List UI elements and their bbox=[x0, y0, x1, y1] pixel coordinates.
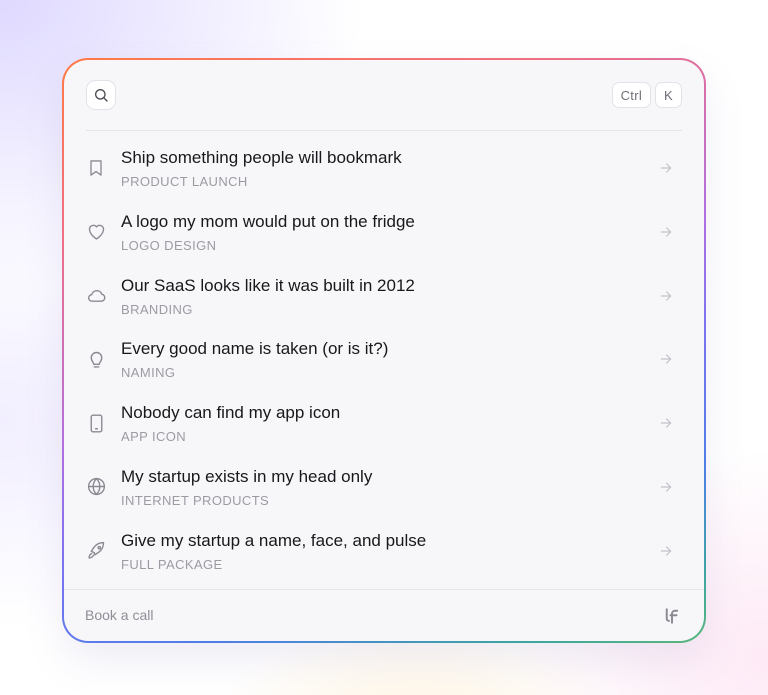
heart-icon bbox=[84, 220, 108, 244]
command-item-category: PRODUCT LAUNCH bbox=[121, 174, 248, 189]
command-item-internet-products[interactable]: My startup exists in my head only INTERN… bbox=[64, 457, 704, 521]
command-list: Ship something people will bookmark PROD… bbox=[64, 138, 704, 585]
command-item-logo-design[interactable]: A logo my mom would put on the fridge LO… bbox=[64, 202, 704, 266]
bookmark-icon bbox=[84, 156, 108, 180]
brand-logo-icon[interactable] bbox=[662, 606, 682, 626]
command-item-title: Our SaaS looks like it was built in 2012 bbox=[121, 275, 415, 295]
command-item-title: Nobody can find my app icon bbox=[121, 403, 341, 423]
command-item-category: FULL PACKAGE bbox=[121, 556, 223, 572]
command-item-title: Ship something people will bookmark bbox=[121, 148, 402, 167]
command-item-app-icon[interactable]: Nobody can find my app icon APP ICON bbox=[64, 393, 704, 457]
arrow-right-icon bbox=[658, 351, 674, 367]
command-item-title: A logo my mom would put on the fridge bbox=[121, 211, 415, 231]
keyboard-shortcut: Ctrl K bbox=[611, 82, 682, 108]
search-icon bbox=[93, 87, 109, 103]
arrow-right-icon bbox=[658, 288, 674, 304]
search-button[interactable] bbox=[86, 80, 116, 110]
command-item-category: NAMING bbox=[121, 365, 176, 381]
cloud-icon bbox=[84, 284, 108, 308]
command-item-full-package[interactable]: Give my startup a name, face, and pulse … bbox=[64, 521, 704, 585]
lightbulb-icon bbox=[84, 347, 108, 371]
command-item-product-launch[interactable]: Ship something people will bookmark PROD… bbox=[64, 138, 704, 202]
command-item-category: APP ICON bbox=[121, 429, 187, 445]
command-item-category: BRANDING bbox=[121, 301, 193, 317]
command-palette: Ctrl K Ship something people will bookma… bbox=[64, 60, 704, 641]
command-item-title: Every good name is taken (or is it?) bbox=[121, 339, 389, 359]
globe-icon bbox=[84, 475, 108, 499]
command-item-title: My startup exists in my head only bbox=[121, 466, 373, 486]
arrow-right-icon bbox=[658, 224, 674, 240]
palette-footer: Book a call bbox=[64, 589, 704, 641]
rocket-icon bbox=[84, 539, 108, 563]
smartphone-icon bbox=[84, 411, 108, 435]
command-item-category: LOGO DESIGN bbox=[121, 237, 217, 253]
shortcut-key-k: K bbox=[655, 82, 682, 108]
command-item-branding[interactable]: Our SaaS looks like it was built in 2012… bbox=[64, 266, 704, 330]
command-item-naming[interactable]: Every good name is taken (or is it?) NAM… bbox=[64, 329, 704, 393]
arrow-right-icon bbox=[658, 160, 674, 176]
command-palette-frame: Ctrl K Ship something people will bookma… bbox=[62, 58, 706, 643]
command-item-title: Give my startup a name, face, and pulse bbox=[121, 530, 427, 550]
arrow-right-icon bbox=[658, 479, 674, 495]
book-a-call-link[interactable]: Book a call bbox=[85, 607, 153, 623]
shortcut-key-ctrl: Ctrl bbox=[611, 82, 652, 108]
arrow-right-icon bbox=[658, 543, 674, 559]
arrow-right-icon bbox=[658, 415, 674, 431]
header-divider bbox=[86, 130, 682, 131]
command-item-category: INTERNET PRODUCTS bbox=[121, 492, 270, 508]
